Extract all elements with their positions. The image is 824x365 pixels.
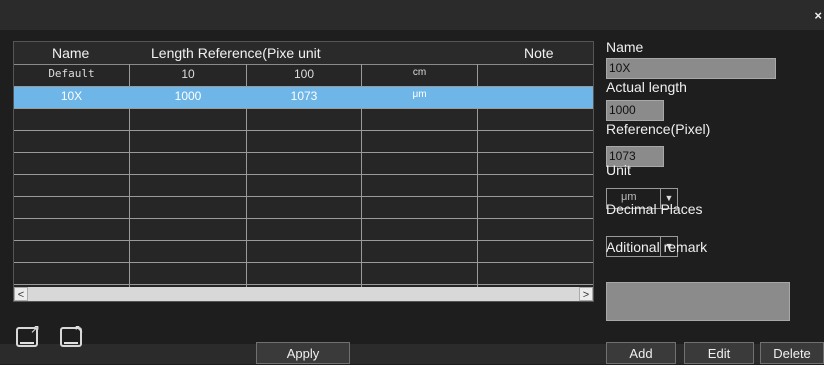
import-icon[interactable]: ↖ — [60, 322, 84, 347]
calibration-table: Name Length Reference(Pixe unit Note Def… — [13, 41, 594, 302]
reference-pixel-label: Reference(Pixel) — [606, 121, 711, 137]
table-row[interactable]: Default 10 100 cm — [14, 65, 593, 87]
add-button[interactable]: Add — [606, 342, 676, 364]
empty-row[interactable] — [14, 263, 593, 285]
column-header-name[interactable]: Name — [52, 45, 89, 61]
close-icon[interactable]: × — [814, 8, 822, 23]
table-row-selected[interactable]: 10X 1000 1073 μm — [14, 87, 593, 109]
apply-button[interactable]: Apply — [256, 342, 350, 364]
cell-unit: μm — [412, 89, 427, 100]
empty-row[interactable] — [14, 219, 593, 241]
cell-reference-pixel: 1073 — [290, 89, 318, 103]
empty-row[interactable] — [14, 197, 593, 219]
name-label: Name — [606, 39, 644, 55]
cell-actual-length: 10 — [181, 67, 195, 81]
cell-name: 10X — [60, 89, 83, 103]
actual-length-label: Actual length — [606, 79, 687, 95]
cell-reference-pixel: 100 — [293, 67, 315, 81]
column-header-note[interactable]: Note — [524, 45, 554, 61]
cell-unit: cm — [412, 67, 427, 78]
empty-row[interactable] — [14, 109, 593, 131]
table-header: Name Length Reference(Pixe unit Note — [14, 42, 593, 65]
horizontal-scrollbar[interactable]: < > — [14, 287, 593, 301]
column-header-length-reference[interactable]: Length Reference(Pixe unit — [151, 45, 321, 61]
decimal-places-label: Decimal Places — [606, 201, 703, 217]
title-bar: × — [0, 0, 824, 30]
scroll-left-icon[interactable]: < — [14, 287, 28, 301]
delete-button[interactable]: Delete — [760, 342, 824, 364]
cell-actual-length: 1000 — [174, 89, 202, 103]
scroll-right-icon[interactable]: > — [579, 287, 593, 301]
empty-row[interactable] — [14, 153, 593, 175]
empty-row[interactable] — [14, 131, 593, 153]
remark-label: Aditional remark — [606, 239, 708, 255]
name-field[interactable]: 10X — [606, 58, 776, 79]
empty-row[interactable] — [14, 175, 593, 197]
actual-length-field[interactable]: 1000 — [606, 100, 664, 121]
remark-textarea[interactable] — [606, 282, 790, 321]
export-icon[interactable]: ↗ — [16, 322, 40, 347]
cell-name: Default — [48, 67, 95, 80]
edit-button[interactable]: Edit — [684, 342, 754, 364]
empty-row[interactable] — [14, 241, 593, 263]
unit-label: Unit — [606, 162, 631, 178]
